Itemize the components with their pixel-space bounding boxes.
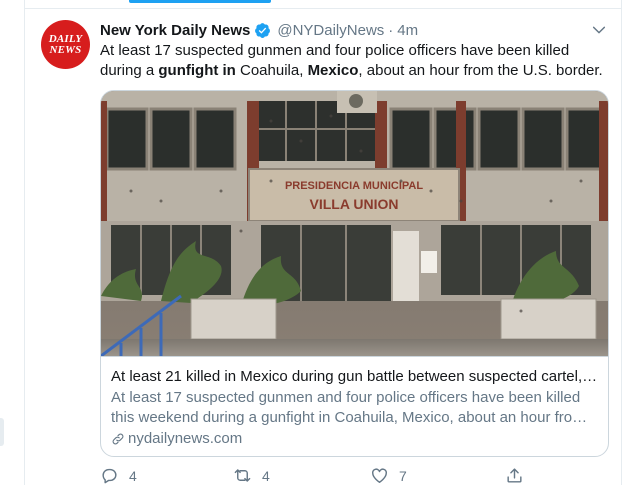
share-button[interactable]: [505, 466, 534, 485]
avatar-line-1: DAILY: [48, 32, 83, 45]
active-tab-indicator: [129, 0, 271, 3]
retweet-icon: [234, 469, 251, 482]
sign-line-1: PRESIDENCIA MUNICIPAL: [285, 180, 423, 192]
tweet-text-bold: Mexico: [307, 61, 359, 79]
left-gutter: [0, 0, 24, 485]
tweet-text: At least 17 suspected gunmen and four po…: [100, 41, 605, 80]
gutter-mark: [0, 418, 4, 446]
card-image: PRESIDENCIA MUNICIPAL VILLA UNION: [101, 91, 608, 356]
tweet-text-bold: gunfight in: [158, 61, 236, 79]
tweet-text-part: Coahuila,: [235, 61, 308, 79]
chevron-down-icon[interactable]: [591, 22, 607, 38]
retweet-button[interactable]: 4: [233, 466, 270, 485]
like-button[interactable]: 7: [370, 466, 407, 485]
retweet-count: 4: [262, 467, 270, 484]
divider: [25, 8, 621, 9]
tweet-header: New York Daily News @NYDailyNews · 4m: [100, 20, 418, 40]
author-handle[interactable]: @NYDailyNews: [277, 22, 384, 39]
reply-icon: [102, 468, 117, 484]
card-description: At least 17 suspected gunmen and four po…: [111, 389, 585, 426]
avatar-line-2: NEWS: [49, 43, 82, 56]
author-name[interactable]: New York Daily News: [100, 22, 250, 39]
like-count: 7: [399, 467, 407, 484]
card-title: At least 21 killed in Mexico during gun …: [111, 368, 598, 385]
avatar[interactable]: DAILY NEWS: [41, 20, 90, 69]
link-icon: [112, 433, 124, 445]
card-info: At least 21 killed in Mexico during gun …: [101, 356, 608, 456]
separator-dot: ·: [388, 21, 394, 39]
heart-icon: [372, 468, 387, 483]
verified-badge-icon: [255, 22, 271, 38]
card-domain: nydailynews.com: [111, 429, 598, 449]
card-domain-text: nydailynews.com: [128, 430, 243, 447]
sign-line-2: VILLA UNION: [310, 196, 399, 212]
tweet-text-part: , about an hour from the U.S. border.: [358, 61, 603, 79]
share-icon: [507, 468, 522, 483]
tweet-timestamp[interactable]: 4m: [397, 22, 418, 39]
reply-count: 4: [129, 467, 137, 484]
tweet-timeline-column: DAILY NEWS New York Daily News @NYDailyN…: [24, 0, 622, 485]
reply-button[interactable]: 4: [100, 466, 137, 485]
link-card[interactable]: PRESIDENCIA MUNICIPAL VILLA UNION At lea…: [100, 90, 609, 457]
